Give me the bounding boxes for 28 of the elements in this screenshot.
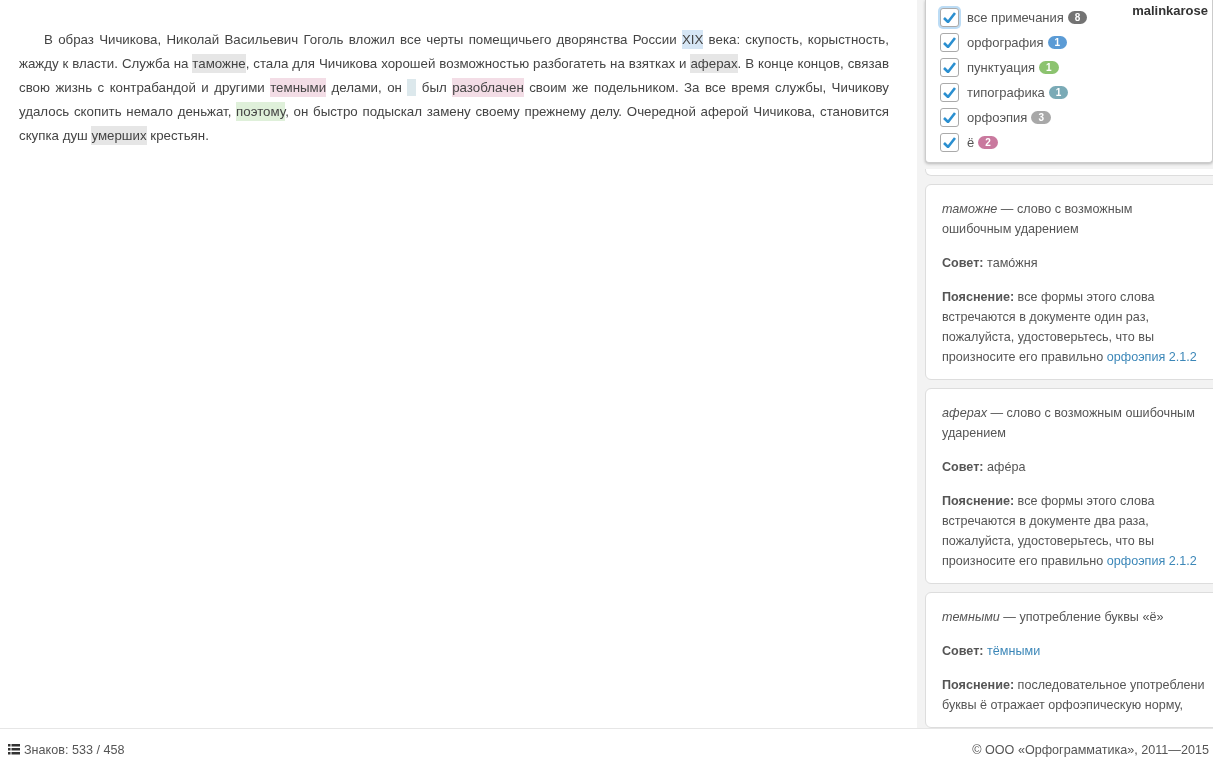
explanation-text: Пояснение: все формы этого слова встречаются в документе один раз, пожалуйста, удостоверьтесь, что вы произносите его правильно орфоэпия 2.1.2 bbox=[942, 289, 1198, 366]
filter-label: пунктуация bbox=[967, 60, 1035, 75]
advice-text: Совет: тамóжня bbox=[942, 255, 1039, 272]
count-badge: 1 bbox=[1039, 61, 1059, 74]
rule-link[interactable]: орфоэпия 2.1.2 bbox=[1106, 554, 1197, 568]
explanation-text: Пояснение: последовательное употреблени буквы ё отражает орфоэпическую норму, bbox=[942, 677, 1206, 714]
filter-label: все примечания bbox=[967, 10, 1064, 25]
count-badge: 2 bbox=[978, 136, 998, 149]
filter-label: ё bbox=[967, 135, 975, 150]
document-text: В образ Чичикова, Николай Васильевич Гоголь вложил все черты помещичьего дворянства России XIX века: скупость, корыстность, жажду к власти. Служба на таможне, стала для Чичикова хорошей возможностью разбогатеть на взятках и аферах. В конце концов, связав свою жизнь с контрабандой и другими темными делами, он был разоблачен своим же подельником. За все время службы, Чичикову удалось скопить немало деньжат, поэтому, он быстро подыскал замену своему прежнему делу. Очередной аферой Чичикова, становится скупка душ умерших крестьян. bbox=[19, 29, 889, 147]
rule-link[interactable]: орфоэпия 2.1.2 bbox=[1106, 350, 1197, 364]
count-badge: 1 bbox=[1047, 36, 1068, 49]
note-title: темными — употребление буквы «ё» bbox=[942, 609, 1165, 626]
count-badge: 1 bbox=[1048, 86, 1069, 99]
username: malinkarose bbox=[1132, 3, 1208, 18]
note-title: таможне — слово с возможным ошибочным ударением bbox=[942, 201, 1134, 238]
character-count: Знаков: 533 / 458 bbox=[24, 742, 125, 757]
advice-text: Совет: тёмными bbox=[942, 643, 1042, 660]
explanation-text: Пояснение: все формы этого слова встречаются в документе два раза, пожалуйста, удостоверьтесь, что вы произносите его правильно орфоэпия 2.1.2 bbox=[942, 493, 1198, 570]
advice-text: Совет: афéра bbox=[942, 459, 1027, 476]
note-title: аферах — слово с возможным ошибочным ударением bbox=[942, 405, 1196, 442]
filter-label: орфоэпия bbox=[967, 110, 1028, 125]
advice-link[interactable]: тёмными bbox=[987, 644, 1041, 658]
count-badge: 3 bbox=[1031, 111, 1051, 124]
filter-label: орфография bbox=[967, 35, 1044, 50]
filter-label: типографика bbox=[967, 85, 1045, 100]
copyright-text: © ООО «Орфограмматика», 2011—2015 bbox=[972, 742, 1209, 757]
count-badge: 8 bbox=[1067, 11, 1088, 24]
